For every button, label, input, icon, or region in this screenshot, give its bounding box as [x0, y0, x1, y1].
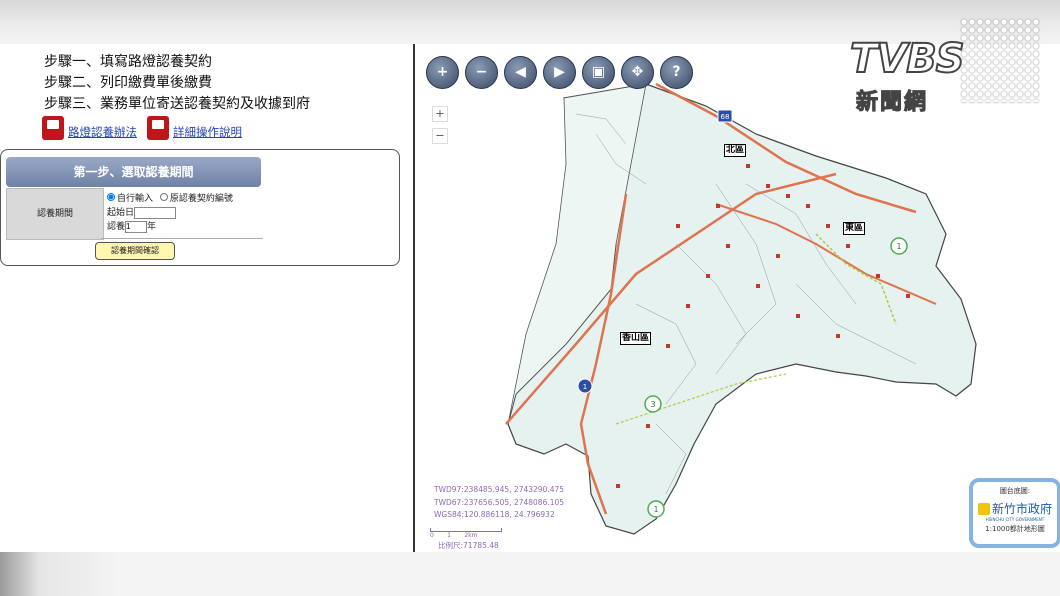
scale-ticks: 0 1 2km [430, 532, 478, 539]
map-canvas[interactable]: 68 1 1 3 1 [416, 44, 1060, 552]
basemap-label: 圖台底圖: [999, 487, 1031, 495]
period-label: 認養期間 [6, 188, 104, 240]
lamp-marker [776, 254, 780, 258]
form-divider [101, 238, 263, 239]
lamp-marker [806, 204, 810, 208]
lamp-marker [796, 314, 800, 318]
contract-option-label: 原認養契約編號 [169, 194, 233, 204]
lamp-marker [846, 244, 850, 248]
coordinate-readout: TWD97:238485.945, 2743290.475 TWD67:2376… [434, 484, 564, 522]
route-1b-label: 1 [896, 242, 901, 251]
full-extent-icon[interactable]: ▣ [582, 56, 615, 89]
route-1c-label: 1 [653, 505, 658, 514]
basemap-city: 新竹市政府 [973, 500, 1057, 517]
lamp-marker [676, 224, 680, 228]
lamp-marker [766, 184, 770, 188]
bottom-frame-band [0, 552, 1060, 596]
panel-header: 第一步、選取認養期間 [6, 157, 261, 187]
next-extent-icon[interactable]: ▶ [543, 56, 576, 89]
map-viewer[interactable]: 68 1 1 3 1 + − ◀ ▶ ▣ ✥ ? + − 北區 東區 香山區 T… [416, 44, 1060, 552]
identify-icon[interactable]: ? [660, 56, 693, 89]
manual-option-label: 自行輸入 [117, 194, 154, 204]
years-input[interactable] [125, 220, 148, 233]
pdf-icon[interactable] [147, 116, 169, 140]
lamp-marker [716, 204, 720, 208]
prev-extent-icon[interactable]: ◀ [504, 56, 537, 89]
tvbs-watermark: TVBS 新聞網 [849, 18, 1050, 118]
lamp-marker [726, 244, 730, 248]
pdf-icon[interactable] [42, 116, 64, 140]
logo-dots [960, 18, 1040, 102]
lamp-marker [826, 224, 830, 228]
start-date-input[interactable] [134, 206, 177, 219]
route-3-label: 3 [650, 400, 655, 409]
lamp-marker [906, 294, 910, 298]
lamp-marker [876, 274, 880, 278]
years-label: 認養 [107, 222, 126, 232]
lamp-marker [836, 334, 840, 338]
city-logo-icon [977, 502, 990, 515]
start-date-label: 起始日 [107, 208, 135, 218]
district-east-label: 東區 [843, 222, 866, 235]
contract-radio[interactable] [159, 193, 168, 201]
lamp-marker [646, 424, 650, 428]
lamp-marker [786, 194, 790, 198]
step-list: 步驟一、填寫路燈認養契約 步驟二、列印繳費單後繳費 步驟三、業務單位寄送認養契約… [44, 52, 310, 115]
basemap-city-en: HSINCHU CITY GOVERNMENT [985, 517, 1045, 522]
district-xiangshan-label: 香山區 [620, 332, 652, 345]
years-unit: 年 [147, 222, 157, 232]
manual-radio[interactable] [107, 193, 115, 201]
lamp-marker [666, 344, 670, 348]
basemap-city-name: 新竹市政府 [991, 502, 1052, 516]
map-toolbar: + − ◀ ▶ ▣ ✥ ? [426, 56, 693, 89]
coord-twd97: TWD97:238485.945, 2743290.475 [434, 485, 565, 494]
logo-sub: 新聞網 [855, 90, 929, 116]
basemap-desc: 1:1000都計地形圖 [985, 525, 1045, 533]
lamp-marker [686, 304, 690, 308]
route-1-label: 1 [583, 383, 587, 391]
pan-icon[interactable]: ✥ [621, 56, 654, 89]
district-north-label: 北區 [724, 144, 747, 157]
logo-brand: TVBS [849, 35, 966, 83]
coord-twd67: TWD67:237656.505, 2748086.105 [434, 497, 565, 507]
zoom-out-icon[interactable]: − [465, 56, 498, 89]
adoption-period-panel: 第一步、選取認養期間 認養期間 自行輸入 原認養契約編號 起始日 認養 年 認養期… [0, 149, 400, 266]
doc-links: 路燈認養辦法 詳細操作說明 [42, 116, 248, 140]
lamp-marker [756, 284, 760, 288]
pane-divider [413, 44, 415, 552]
lamp-marker [616, 484, 620, 488]
step-1: 步驟一、填寫路燈認養契約 [44, 54, 212, 70]
basemap-panel[interactable]: 圖台底圖: 新竹市政府 HSINCHU CITY GOVERNMENT 1:10… [969, 478, 1060, 548]
route-68-label: 68 [721, 113, 730, 121]
scale-value: 比例尺:71785.48 [438, 541, 499, 550]
step-3: 步驟三、業務單位寄送認養契約及收據到府 [44, 96, 310, 112]
zoom-in-small[interactable]: + [432, 106, 448, 122]
zoom-in-icon[interactable]: + [426, 56, 459, 89]
manual-link[interactable]: 詳細操作說明 [173, 124, 242, 140]
period-options: 自行輸入 原認養契約編號 起始日 認養 年 [107, 192, 233, 234]
scale-bar: 0 1 2km [430, 528, 502, 539]
zoom-out-small[interactable]: − [432, 128, 448, 144]
step-2: 步驟二、列印繳費單後繳費 [44, 75, 212, 91]
lamp-marker [706, 274, 710, 278]
coord-wgs84: WGS84:120.886118, 24.796932 [434, 510, 555, 519]
lamp-marker [746, 164, 750, 168]
rules-link[interactable]: 路燈認養辦法 [68, 124, 137, 140]
confirm-period-button[interactable]: 認養期間確認 [95, 242, 175, 260]
